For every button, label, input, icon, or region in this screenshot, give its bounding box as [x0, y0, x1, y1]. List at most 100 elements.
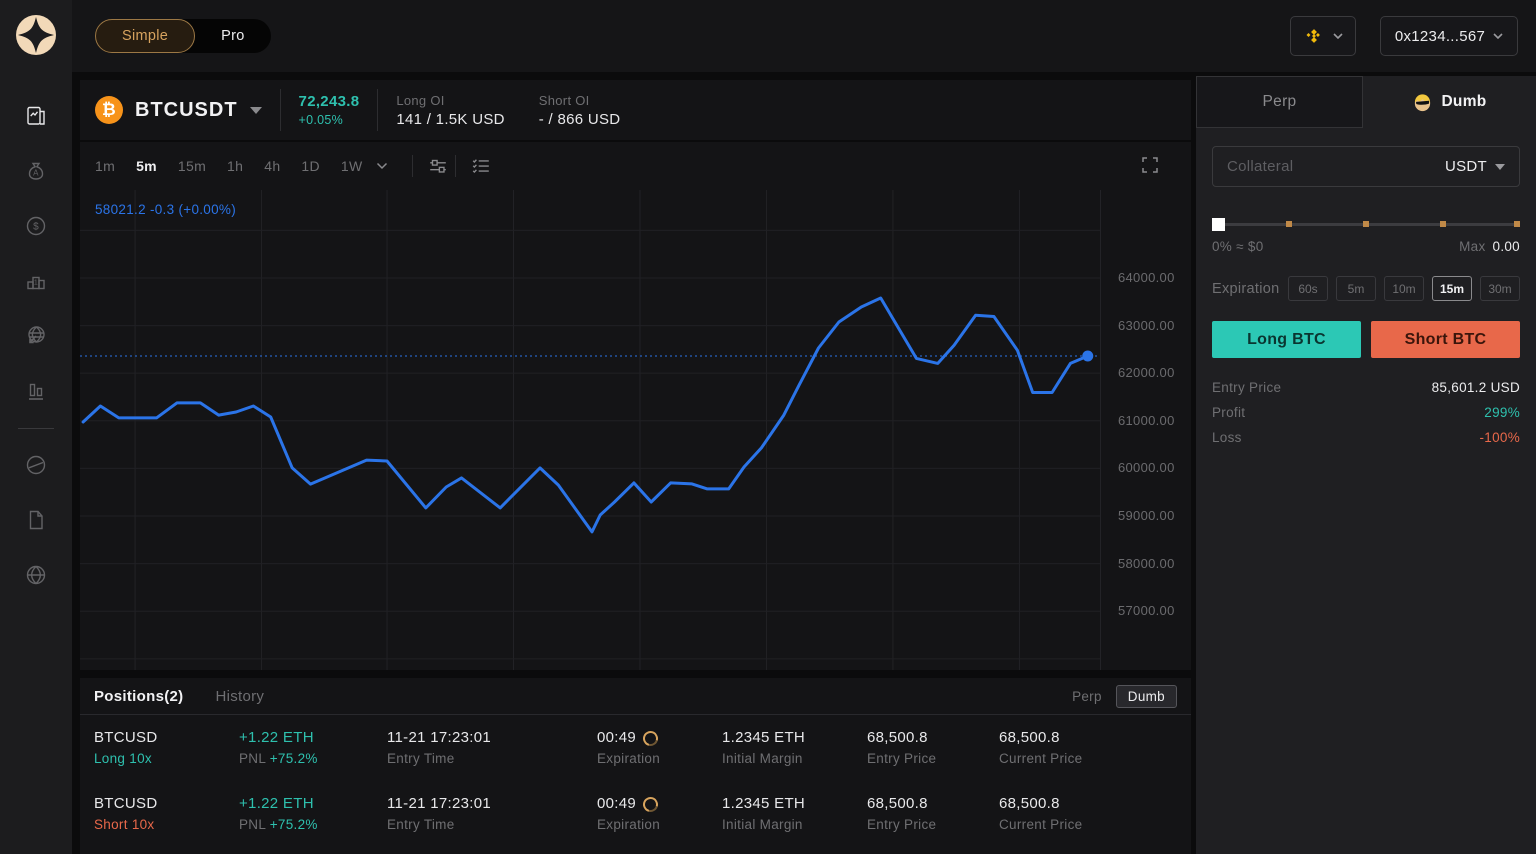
position-pair: BTCUSD	[94, 795, 158, 812]
pnl-value: +75.2%	[269, 751, 318, 766]
timeframe-1m[interactable]: 1m	[95, 158, 115, 174]
expiration-label: Expiration	[597, 817, 661, 832]
chart-canvas[interactable]	[80, 190, 1100, 670]
collateral-currency-select[interactable]: USDT	[1445, 158, 1505, 175]
tab-history[interactable]: History	[215, 688, 264, 705]
pair-dropdown-caret-icon[interactable]	[249, 106, 262, 114]
price-axis-label: 59000.00	[1118, 507, 1175, 523]
wallet-address-button[interactable]: 0x1234...567	[1380, 16, 1518, 56]
leaderboard-icon[interactable]: 1	[0, 253, 72, 308]
indicator-settings-icon[interactable]	[427, 155, 449, 177]
position-side: Long 10x	[94, 751, 152, 766]
profit-value: 299%	[1484, 405, 1520, 420]
initial-margin-value: 1.2345 ETH	[722, 729, 806, 746]
trade-chart-icon[interactable]	[0, 88, 72, 143]
sidebar: A $ 1	[0, 0, 72, 854]
price-axis-label: 57000.00	[1118, 603, 1175, 619]
initial-margin-label: Initial Margin	[722, 751, 803, 766]
document-icon[interactable]	[0, 492, 72, 547]
sidebar-divider	[18, 428, 54, 429]
slider-max-label[interactable]: Max	[1459, 239, 1485, 254]
entry-price-value: 68,500.8	[867, 729, 928, 746]
price-line-series	[81, 296, 1090, 534]
fullscreen-icon[interactable]	[1141, 156, 1159, 174]
tab-perp[interactable]: Perp	[1196, 76, 1363, 128]
loss-value: -100%	[1479, 430, 1520, 445]
market-header: ₿ BTCUSDT 72,243.8 +0.05% Long OI 141 / …	[80, 80, 1191, 142]
expiration-option-5m[interactable]: 5m	[1336, 276, 1376, 301]
collateral-input[interactable]: Collateral USDT	[1212, 146, 1520, 187]
amount-slider[interactable]	[1212, 217, 1520, 231]
price-axis-label: 62000.00	[1118, 365, 1175, 381]
slider-tick[interactable]	[1513, 221, 1520, 227]
watchlist-icon[interactable]	[470, 155, 492, 177]
expiration-countdown: 00:49	[597, 729, 637, 746]
dollar-coin-icon[interactable]: $	[0, 198, 72, 253]
position-side: Short 10x	[94, 817, 155, 832]
entry-time-value: 11-21 17:23:01	[387, 729, 492, 746]
timeframe-more-chevron-icon[interactable]	[376, 162, 388, 170]
mode-toggle: Simple Pro	[95, 19, 271, 53]
expiration-option-30m[interactable]: 30m	[1480, 276, 1520, 301]
mode-pro-button[interactable]: Pro	[195, 19, 270, 53]
chain-selector[interactable]	[1290, 16, 1356, 56]
initial-margin-label: Initial Margin	[722, 817, 803, 832]
short-btc-button[interactable]: Short BTC	[1371, 321, 1520, 358]
entry-time-value: 11-21 17:23:01	[387, 795, 492, 812]
entry-price-label: Entry Price	[1212, 380, 1282, 395]
slider-handle[interactable]	[1212, 218, 1225, 231]
market-price: 72,243.8	[298, 93, 360, 110]
pnl-label: PNL	[239, 817, 266, 832]
entry-time-label: Entry Time	[387, 751, 455, 766]
countdown-spinner-icon	[640, 727, 661, 749]
long-btc-button[interactable]: Long BTC	[1212, 321, 1361, 358]
tab-dumb[interactable]: Dumb	[1363, 76, 1536, 128]
timeframe-5m[interactable]: 5m	[136, 158, 157, 174]
globe-arrow-icon[interactable]	[0, 308, 72, 363]
position-row: BTCUSD Short 10x +1.22 ETH PNL +75.2% 11…	[80, 781, 1191, 847]
tab-positions[interactable]: Positions(2)	[94, 688, 183, 705]
expiration-label: Expiration	[597, 751, 661, 766]
dumb-meme-face-icon	[1412, 92, 1433, 113]
position-row: BTCUSD Long 10x +1.22 ETH PNL +75.2% 11-…	[80, 715, 1191, 781]
timeframe-1h[interactable]: 1h	[227, 158, 243, 174]
mode-simple-button[interactable]: Simple	[95, 19, 196, 53]
app-logo-icon[interactable]	[14, 13, 58, 57]
countdown-spinner-icon	[640, 793, 661, 815]
slider-max-value: 0.00	[1492, 239, 1520, 254]
long-oi-label: Long OI	[396, 92, 445, 108]
slider-tick[interactable]	[1363, 221, 1369, 227]
wallet-address: 0x1234...567	[1394, 27, 1486, 45]
slider-percent-label: 0% ≈ $0	[1212, 239, 1264, 254]
short-oi-value: - / 866 USD	[538, 110, 621, 128]
current-price-label: Current Price	[999, 751, 1083, 766]
stats-bars-icon[interactable]	[0, 363, 72, 418]
slider-tick[interactable]	[1440, 221, 1446, 227]
collateral-currency: USDT	[1444, 158, 1487, 175]
market-change: +0.05%	[298, 113, 344, 127]
timeframe-1W[interactable]: 1W	[341, 158, 363, 174]
price-axis[interactable]: 64000.00 63000.00 62000.00 61000.00 60000.00…	[1100, 190, 1191, 670]
positions-filter-dumb[interactable]: Dumb	[1115, 684, 1177, 708]
positions-filter-perp[interactable]: Perp	[1072, 689, 1102, 704]
collateral-placeholder: Collateral	[1227, 158, 1294, 175]
chevron-down-icon	[1333, 33, 1343, 39]
timeframe-4h[interactable]: 4h	[264, 158, 280, 174]
trading-app: A $ 1 Simple Pro 0x1234...567 ₿ BTCUSDT …	[0, 0, 1536, 854]
timeframe-15m[interactable]: 15m	[178, 158, 206, 174]
money-bag-icon[interactable]: A	[0, 143, 72, 198]
entry-price-value: 85,601.2 USD	[1431, 380, 1520, 395]
expiration-option-15m[interactable]: 15m	[1432, 276, 1472, 301]
circle-slash-icon[interactable]	[0, 437, 72, 492]
expiration-option-10m[interactable]: 10m	[1384, 276, 1424, 301]
timeframe-1D[interactable]: 1D	[301, 158, 320, 174]
expiration-option-60s[interactable]: 60s	[1288, 276, 1328, 301]
globe-icon[interactable]	[0, 547, 72, 602]
svg-text:$: $	[33, 221, 39, 232]
price-chart[interactable]: 58021.2 -0.3 (+0.00%) 64000.00 63000.00 62…	[80, 190, 1191, 670]
slider-tick[interactable]	[1286, 221, 1292, 227]
svg-text:A: A	[33, 168, 39, 177]
entry-price-label: Entry Price	[867, 817, 937, 832]
loss-label: Loss	[1212, 430, 1242, 445]
position-size: +1.22 ETH	[239, 795, 314, 812]
